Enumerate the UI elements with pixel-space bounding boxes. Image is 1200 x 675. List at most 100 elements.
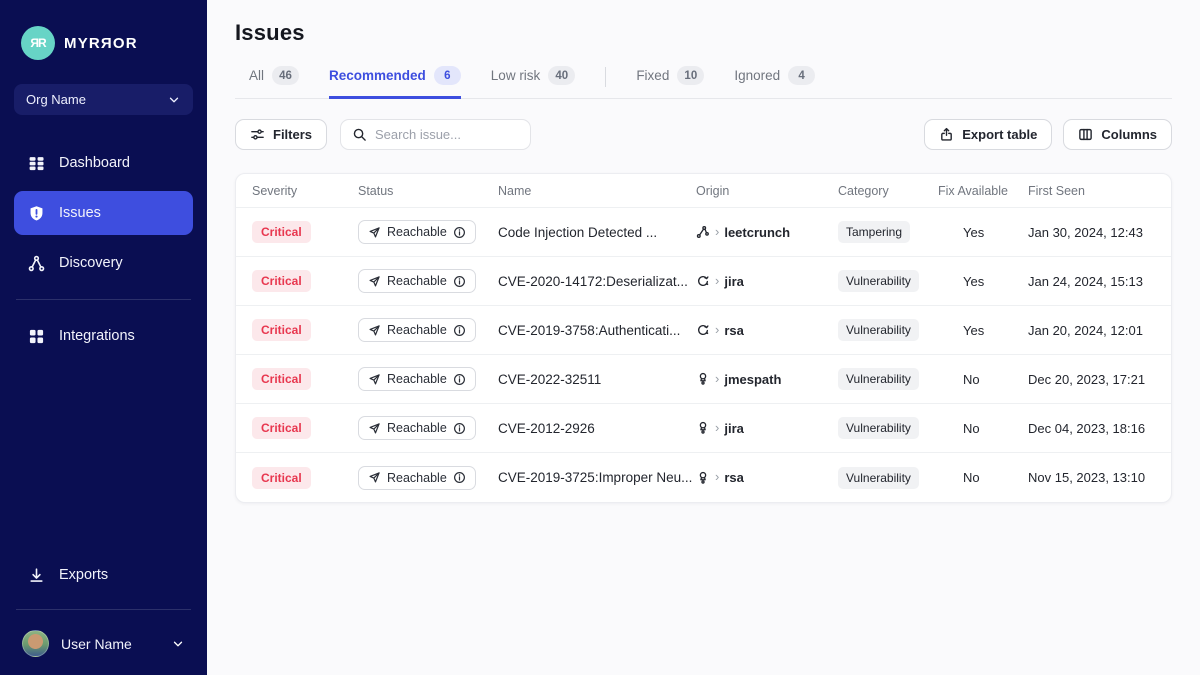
main-content: Issues All46 Recommended6 Low risk 40 Fixed1…: [207, 0, 1200, 675]
tab-label: All: [249, 68, 264, 83]
status-pill[interactable]: Reachable: [358, 220, 476, 244]
origin-cell: › rsa: [696, 470, 838, 485]
shield-alert-icon: [28, 205, 45, 222]
fix-available-value: No: [938, 470, 1028, 485]
status-label: Reachable: [387, 471, 447, 485]
chevron-right-icon: ›: [715, 469, 719, 484]
status-label: Reachable: [387, 372, 447, 386]
org-selector-label: Org Name: [26, 92, 86, 107]
status-pill[interactable]: Reachable: [358, 466, 476, 490]
avatar: [22, 630, 49, 657]
tab-bar: All46 Recommended6 Low risk 40 Fixed10 Ignore…: [235, 66, 1172, 99]
table-row[interactable]: CriticalReachableCVE-2019-3725:Improper …: [236, 453, 1171, 502]
tab-low-risk[interactable]: Low risk 40: [491, 66, 576, 99]
table-row[interactable]: CriticalReachableCode Injection Detected…: [236, 208, 1171, 257]
sidebar-item-integrations[interactable]: Integrations: [14, 314, 193, 358]
tab-label: Low risk: [491, 68, 541, 83]
issue-name: CVE-2012-2926: [498, 421, 696, 436]
tab-recommended[interactable]: Recommended6: [329, 66, 461, 99]
filter-icon: [250, 127, 265, 142]
issue-name: CVE-2022-32511: [498, 372, 696, 387]
filters-button[interactable]: Filters: [235, 119, 327, 150]
fix-available-value: Yes: [938, 323, 1028, 338]
tab-label: Recommended: [329, 68, 426, 83]
loop-icon: [696, 274, 710, 288]
chevron-right-icon: ›: [715, 224, 719, 239]
table-row[interactable]: CriticalReachableCVE-2020-14172:Deserial…: [236, 257, 1171, 306]
dashboard-icon: [28, 155, 45, 172]
sidebar-item-discovery[interactable]: Discovery: [14, 241, 193, 285]
info-icon: [453, 373, 466, 386]
page-title: Issues: [235, 20, 1172, 46]
tab-fixed[interactable]: Fixed10: [636, 66, 704, 99]
status-pill[interactable]: Reachable: [358, 269, 476, 293]
sidebar-item-dashboard[interactable]: Dashboard: [14, 141, 193, 185]
first-seen-value: Dec 04, 2023, 18:16: [1028, 421, 1171, 436]
origin-name: jira: [724, 274, 744, 289]
tab-ignored[interactable]: Ignored4: [734, 66, 815, 99]
column-header-severity: Severity: [252, 184, 358, 198]
fix-available-value: Yes: [938, 225, 1028, 240]
chevron-right-icon: ›: [715, 371, 719, 386]
chevron-down-icon: [167, 93, 181, 107]
send-icon: [368, 373, 381, 386]
category-badge: Vulnerability: [838, 368, 919, 390]
org-selector[interactable]: Org Name: [14, 84, 193, 115]
status-label: Reachable: [387, 323, 447, 337]
sidebar-item-label: Discovery: [59, 255, 123, 271]
download-icon: [28, 567, 45, 584]
send-icon: [368, 422, 381, 435]
origin-name: rsa: [724, 470, 744, 485]
tab-count-badge: 40: [548, 66, 575, 85]
origin-cell: › jmespath: [696, 372, 838, 387]
filters-button-label: Filters: [273, 127, 312, 142]
brand: ЯR MYRЯOR: [14, 26, 193, 60]
columns-button-label: Columns: [1101, 127, 1157, 142]
sidebar-divider: [16, 299, 191, 300]
pypi-balloon-icon: [696, 471, 710, 485]
table-row[interactable]: CriticalReachableCVE-2012-2926›jiraVulne…: [236, 404, 1171, 453]
origin-name: rsa: [724, 323, 744, 338]
sidebar-item-exports[interactable]: Exports: [14, 555, 193, 595]
tab-label: Fixed: [636, 68, 669, 83]
search-input[interactable]: [375, 127, 519, 142]
pypi-balloon-icon: [696, 421, 710, 435]
tab-all[interactable]: All46: [249, 66, 299, 99]
user-menu[interactable]: User Name: [14, 620, 193, 657]
sidebar-item-issues[interactable]: Issues: [14, 191, 193, 235]
sidebar-nav: Dashboard Issues Discovery Integrations: [14, 141, 193, 358]
column-header-origin: Origin: [696, 184, 838, 198]
chevron-right-icon: ›: [715, 322, 719, 337]
sidebar: ЯR MYRЯOR Org Name Dashboard Issues Discov…: [0, 0, 207, 675]
column-header-fix-available: Fix Available: [938, 184, 1028, 198]
table-body: Critical Reachable Code Injection Detected…: [236, 208, 1171, 502]
columns-button[interactable]: Columns: [1063, 119, 1172, 150]
category-badge: Vulnerability: [838, 417, 919, 439]
chevron-right-icon: ›: [715, 420, 719, 435]
table-row[interactable]: Critical Reachable CVE-2022-32511 › jmespath…: [236, 355, 1171, 404]
fix-available-value: No: [938, 421, 1028, 436]
status-pill[interactable]: Reachable: [358, 367, 476, 391]
send-icon: [368, 471, 381, 484]
first-seen-value: Dec 20, 2023, 17:21: [1028, 372, 1171, 387]
origin-name: jmespath: [724, 372, 781, 387]
status-pill[interactable]: Reachable: [358, 318, 476, 342]
info-icon: [453, 422, 466, 435]
chevron-down-icon: [171, 637, 185, 651]
user-name: User Name: [61, 636, 159, 652]
brand-name: MYRЯOR: [64, 35, 138, 52]
table-row[interactable]: CriticalReachableCVE-2019-3758:Authentic…: [236, 306, 1171, 355]
first-seen-value: Nov 15, 2023, 13:10: [1028, 470, 1171, 485]
origin-cell: › leetcrunch: [696, 225, 838, 240]
status-label: Reachable: [387, 225, 447, 239]
status-pill[interactable]: Reachable: [358, 416, 476, 440]
severity-badge: Critical: [252, 368, 311, 390]
grid-icon: [28, 328, 45, 345]
issue-name: Code Injection Detected ...: [498, 225, 696, 240]
origin-name: leetcrunch: [724, 225, 790, 240]
sidebar-item-label: Issues: [59, 205, 101, 221]
category-badge: Tampering: [838, 221, 910, 243]
status-label: Reachable: [387, 274, 447, 288]
sidebar-item-label: Exports: [59, 567, 108, 583]
export-table-button[interactable]: Export table: [924, 119, 1052, 150]
